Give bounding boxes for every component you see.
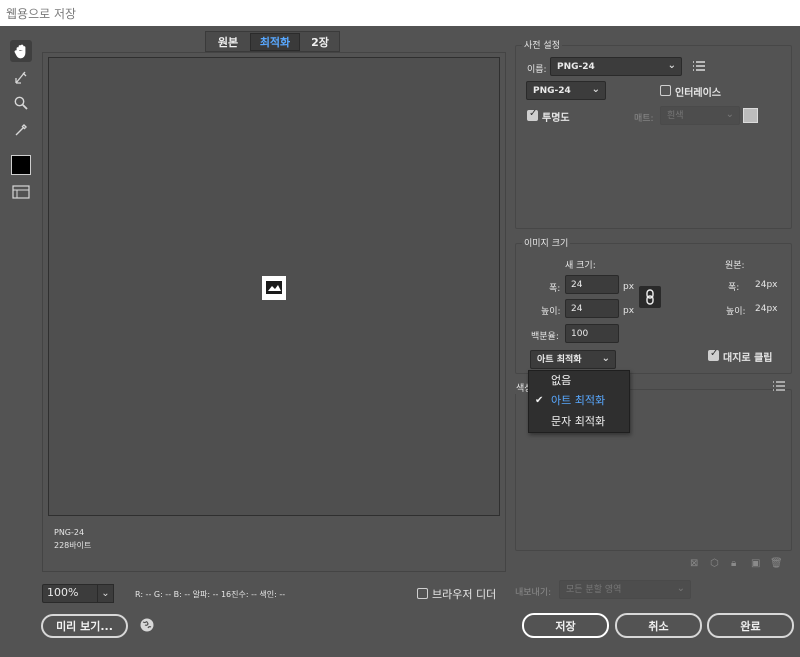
percent-value: 100 — [571, 329, 589, 339]
image-size-group-title: 이미지 크기 — [522, 236, 571, 249]
width-value: 24 — [571, 280, 583, 290]
matte-select[interactable]: 흰색 ⌄ — [660, 106, 740, 125]
pixel-readout: R: -- G: -- B: -- 알파: -- 16진수: -- 색인: -- — [135, 590, 286, 599]
chevron-down-icon: ⌄ — [591, 84, 600, 95]
tab-2up[interactable]: 2장 — [302, 33, 338, 51]
interlace-checkbox[interactable] — [660, 85, 671, 96]
preset-name-select[interactable]: PNG-24 ⌄ — [550, 57, 682, 76]
original-size-label: 원본: — [725, 261, 745, 271]
preset-name-label: 이름: — [527, 65, 547, 75]
new-color-icon[interactable]: ▣ — [751, 558, 760, 569]
checkmark-icon: ✔ — [535, 395, 544, 406]
chevron-down-icon: ⌄ — [725, 109, 734, 120]
matte-value: 흰색 — [667, 111, 684, 121]
link-proportions-icon[interactable] — [639, 286, 661, 308]
height-value: 24 — [571, 304, 583, 314]
lock-color-icon[interactable]: 🔒︎ — [731, 558, 736, 569]
quality-value: 아트 최적화 — [537, 355, 582, 365]
cancel-button[interactable]: 취소 — [615, 613, 702, 638]
chevron-down-icon: ⌄ — [676, 583, 685, 594]
transparency-checkbox[interactable] — [527, 108, 538, 121]
new-size-label: 새 크기: — [565, 261, 596, 271]
preview-canvas[interactable] — [48, 57, 500, 516]
save-button[interactable]: 저장 — [522, 613, 609, 638]
width-label: 폭: — [549, 284, 561, 294]
quality-option-art-label: 아트 최적화 — [551, 394, 606, 407]
quality-dropdown-menu: 없음 ✔ 아트 최적화 문자 최적화 — [528, 370, 630, 433]
preview-file-size: 228바이트 — [54, 541, 92, 550]
title-bar: 웹용으로 저장 — [0, 0, 800, 26]
done-button[interactable]: 완료 — [707, 613, 794, 638]
file-format-select[interactable]: PNG-24 ⌄ — [526, 81, 606, 100]
image-thumbnail-icon — [262, 276, 286, 300]
zoom-level-value: 100% — [47, 586, 79, 599]
chevron-down-icon: ⌄ — [601, 353, 610, 364]
width-unit: px — [623, 282, 635, 292]
file-format-value: PNG-24 — [533, 86, 571, 96]
original-width-label: 폭: — [728, 283, 740, 293]
browser-dither-label: 브라우저 디더 — [432, 588, 497, 601]
slice-visibility-icon[interactable] — [10, 181, 32, 203]
preset-menu-icon[interactable] — [692, 60, 706, 72]
height-unit: px — [623, 306, 635, 316]
width-field[interactable]: 24 — [565, 275, 619, 294]
original-width-value: 24px — [755, 280, 778, 290]
export-label: 내보내기: — [515, 588, 552, 598]
matte-label: 매트: — [634, 114, 654, 124]
percent-label: 백분율: — [531, 332, 559, 342]
web-snap-icon[interactable]: ⬡ — [710, 558, 719, 569]
original-height-value: 24px — [755, 304, 778, 314]
clip-to-artboard-label: 대지로 클립 — [723, 353, 773, 364]
zoom-icon[interactable] — [10, 92, 32, 114]
transparency-label: 투명도 — [542, 113, 570, 124]
map-transparent-icon[interactable]: ⊠ — [690, 558, 698, 569]
globe-icon[interactable] — [139, 617, 155, 633]
clip-to-artboard-checkbox[interactable] — [708, 348, 719, 361]
height-field[interactable]: 24 — [565, 299, 619, 318]
matte-color-swatch[interactable] — [743, 108, 758, 123]
eyedropper-icon[interactable] — [10, 119, 32, 141]
quality-option-type[interactable]: 문자 최적화 — [529, 412, 629, 432]
eyedropper-color-swatch[interactable] — [11, 155, 31, 175]
preset-group-title: 사전 설정 — [522, 38, 562, 51]
quality-option-none[interactable]: 없음 — [529, 371, 629, 391]
original-height-label: 높이: — [726, 307, 746, 317]
interlace-label: 인터레이스 — [675, 88, 721, 99]
slice-select-icon[interactable] — [10, 66, 32, 88]
preview-button[interactable]: 미리 보기... — [41, 614, 128, 638]
percent-field[interactable]: 100 — [565, 324, 619, 343]
hand-icon[interactable] — [10, 40, 32, 62]
tab-original[interactable]: 원본 — [208, 33, 248, 51]
preset-name-value: PNG-24 — [557, 62, 595, 72]
color-table-menu-icon[interactable] — [773, 381, 785, 391]
window-title: 웹용으로 저장 — [6, 7, 77, 21]
export-select[interactable]: 모든 분할 영역 ⌄ — [559, 580, 691, 599]
browser-dither-checkbox[interactable] — [417, 588, 428, 599]
delete-color-icon[interactable]: 🗑︎ — [770, 558, 783, 569]
quality-option-art[interactable]: ✔ 아트 최적화 — [529, 391, 629, 411]
export-value: 모든 분할 영역 — [566, 585, 622, 595]
chevron-down-icon: ⌄ — [667, 60, 676, 71]
quality-select[interactable]: 아트 최적화 ⌄ — [530, 350, 616, 369]
tab-optimized[interactable]: 최적화 — [250, 33, 300, 51]
preview-format: PNG-24 — [54, 528, 85, 537]
height-label: 높이: — [541, 307, 561, 317]
chevron-down-icon[interactable]: ⌄ — [97, 584, 114, 603]
